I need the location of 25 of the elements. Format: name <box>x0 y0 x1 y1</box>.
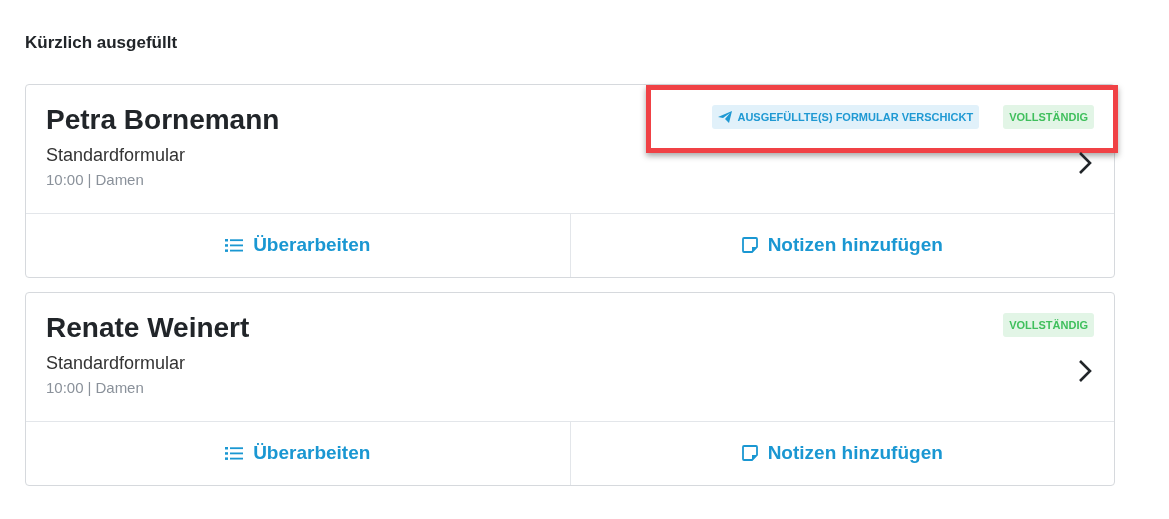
appointment-time: 10:00 <box>46 378 84 399</box>
form-name: Standardformular <box>46 352 186 376</box>
edit-button[interactable]: Überarbeiten <box>26 421 570 485</box>
status-badge: VOLLSTÄNDIG <box>1003 312 1094 337</box>
sticky-note-icon <box>741 445 758 461</box>
separator: | <box>87 378 92 399</box>
section-title: Kürzlich ausgefüllt <box>25 32 179 54</box>
appointment-time: 10:00 <box>46 170 84 191</box>
add-notes-button[interactable]: Notizen hinzufügen <box>569 213 1114 277</box>
list-icon <box>225 237 244 253</box>
group-name: Damen <box>95 170 144 191</box>
add-notes-button[interactable]: Notizen hinzufügen <box>569 421 1114 485</box>
chevron-right-icon[interactable] <box>1078 150 1092 175</box>
group-name: Damen <box>95 378 144 399</box>
edit-button[interactable]: Überarbeiten <box>26 213 570 277</box>
person-name: Renate Weinert <box>46 310 250 345</box>
chevron-right-icon[interactable] <box>1078 358 1092 383</box>
status-badge: VOLLSTÄNDIG <box>1003 104 1094 129</box>
form-name: Standardformular <box>46 144 186 168</box>
separator: | <box>87 170 92 191</box>
paper-plane-icon <box>718 110 733 123</box>
list-icon <box>225 445 244 461</box>
person-name: Petra Bornemann <box>46 102 280 137</box>
badge-label: AUSGEFÜLLTE(S) FORMULAR VERSCHICKT <box>737 109 974 125</box>
sticky-note-icon <box>741 237 758 253</box>
